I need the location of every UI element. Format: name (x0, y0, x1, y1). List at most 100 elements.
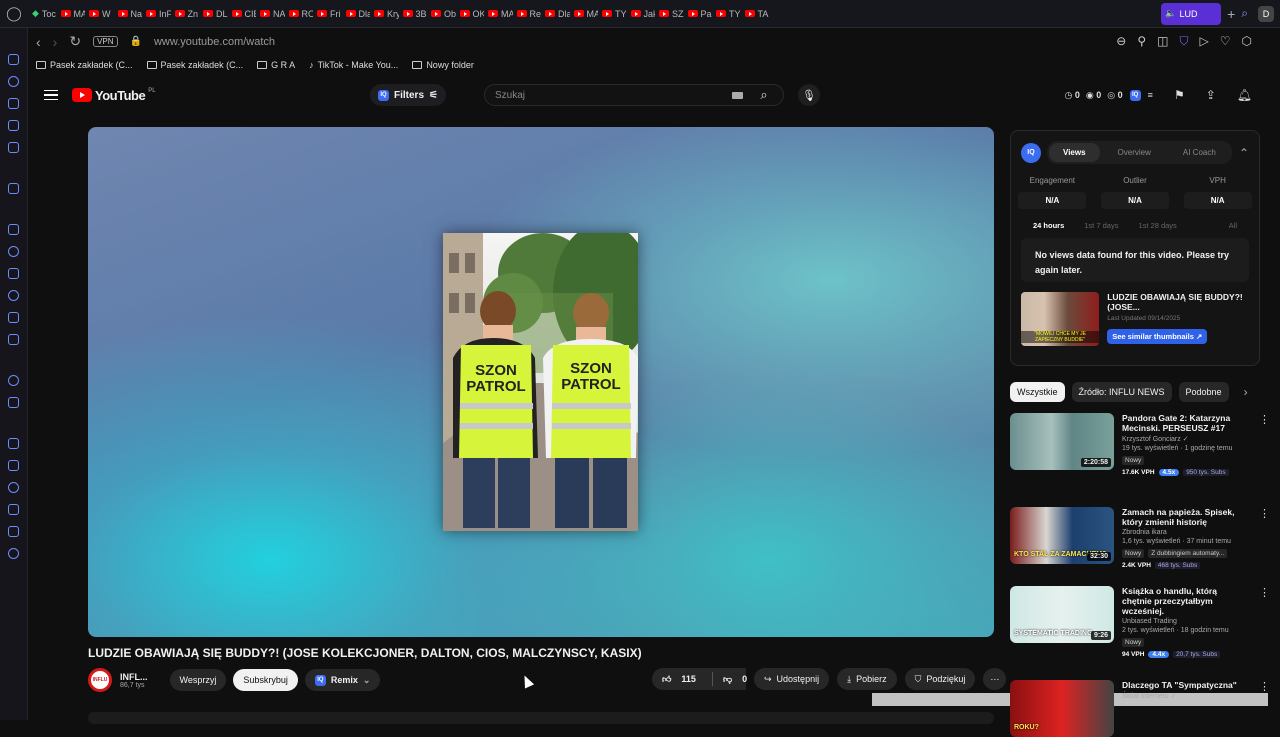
tab-13[interactable]: 3BI (399, 3, 427, 25)
tab-12[interactable]: Kry (370, 3, 399, 25)
tab-8[interactable]: NA (256, 3, 285, 25)
tab-17[interactable]: Re (513, 3, 541, 25)
forward-icon[interactable]: › (53, 34, 58, 50)
recommendation-item[interactable]: SYSTEMATIC TRADING 9:26 Książka o handlu, … (1010, 586, 1270, 658)
chip-source[interactable]: Źródło: INFLU NEWS (1071, 382, 1172, 402)
play-icon[interactable]: ▷ (1200, 34, 1209, 49)
bookmark-item[interactable]: Pasek zakładek (C... (36, 60, 133, 70)
opera-logo-icon[interactable]: ◯ (0, 0, 28, 28)
collapse-icon[interactable]: ⌃ (1239, 146, 1249, 160)
new-tab-button[interactable]: + (1221, 6, 1241, 22)
heart-icon[interactable] (8, 438, 19, 449)
bookmarks-icon[interactable] (8, 120, 19, 131)
recommendation-channel[interactable]: Krzysztof Gonciarz ✓ (1122, 435, 1248, 443)
flow-icon[interactable] (8, 526, 19, 537)
tab-14[interactable]: Ob (427, 3, 456, 25)
search-input[interactable]: Szukaj (495, 90, 525, 101)
aria-icon[interactable] (8, 98, 19, 109)
extensions-menu-icon[interactable]: ⬡ (1242, 34, 1252, 49)
music-icon[interactable] (8, 375, 19, 386)
vpn-badge[interactable]: VPN (93, 36, 118, 47)
vidiq-video-thumbnail[interactable]: "MOWILI CHCE MY JE ZAPIECZNY BUDDIE" (1021, 292, 1100, 346)
range-all[interactable]: All (1229, 221, 1237, 230)
share-button[interactable]: ↪ Udostępnij (754, 668, 830, 690)
remix-button[interactable]: IQ Remix ⌄ (304, 669, 381, 691)
wallet-icon[interactable] (8, 142, 19, 153)
support-button[interactable]: Wesprzyj (169, 669, 227, 691)
bookmark-item[interactable]: ♪ TikTok - Make You... (309, 60, 398, 70)
twitch-icon[interactable] (8, 224, 19, 235)
workspace-icon[interactable] (8, 54, 19, 65)
tab-3[interactable]: Na (114, 3, 142, 25)
more-options-icon[interactable]: ⋮ (1259, 413, 1270, 476)
tab-19[interactable]: MA (570, 3, 598, 25)
tab-7[interactable]: CIE (228, 3, 256, 25)
tab-10[interactable]: Fri (313, 3, 342, 25)
shield-icon[interactable]: ⛉ (1180, 34, 1189, 49)
ribbon-icon[interactable]: ⚑ (1174, 88, 1185, 102)
like-button[interactable]: 👍︎ 115 👎︎ 0 (652, 668, 747, 690)
more-options-icon[interactable]: ⋮ (1259, 586, 1270, 658)
camera-icon[interactable]: ◫ (1157, 34, 1168, 49)
recommendation-thumbnail[interactable]: SYSTEMATIC TRADING 9:26 (1010, 586, 1114, 643)
tab-11[interactable]: Dla (342, 3, 370, 25)
channel-name[interactable]: INFL... (120, 672, 148, 682)
upload-icon[interactable]: ⇪ (1206, 88, 1216, 102)
recommendation-channel[interactable]: Zbrodnia ikara (1122, 529, 1248, 536)
tab-5[interactable]: Zn (171, 3, 200, 25)
more-options-icon[interactable]: ⋮ (1259, 507, 1270, 569)
vidiq-tab-ai-coach[interactable]: AI Coach (1169, 143, 1230, 162)
microphone-icon[interactable]: 🎙 (798, 84, 820, 106)
more-options-icon[interactable]: ⋮ (1259, 680, 1270, 737)
recommendation-channel[interactable]: Unbiased Trading (1122, 618, 1248, 625)
chevron-right-icon[interactable]: › (1244, 385, 1248, 399)
bookmark-item[interactable]: Nowy folder (412, 60, 474, 70)
favorite-icon[interactable]: ♡ (1220, 34, 1231, 49)
discord-icon[interactable] (8, 334, 19, 345)
vidiq-tab-views[interactable]: Views (1049, 143, 1100, 162)
tab-23[interactable]: Pa (684, 3, 713, 25)
pinboard-icon[interactable] (8, 460, 19, 471)
see-similar-thumbnails-button[interactable]: See similar thumbnails ↗ (1107, 329, 1208, 344)
list-icon[interactable]: ≡ (1148, 90, 1153, 100)
back-icon[interactable]: ‹ (36, 34, 41, 50)
extensions-icon[interactable] (8, 504, 19, 515)
video-player[interactable]: SZON PATROL SZON PATROL (88, 127, 994, 637)
tab-6[interactable]: DL (199, 3, 228, 25)
bookmark-item[interactable]: G R A (257, 60, 295, 70)
recommendation-item[interactable]: ROKU? Dlaczego TA "Sympatyczna" Świat Inte… (1010, 680, 1270, 737)
tab-25[interactable]: TA (741, 3, 770, 25)
filters-button[interactable]: IQ Filters ⚟ (370, 84, 446, 106)
thumbs-down-icon[interactable]: 👎︎ (723, 674, 732, 685)
telegram-icon[interactable] (8, 268, 19, 279)
subscribe-button[interactable]: Subskrybuj (233, 669, 298, 691)
description-box[interactable] (88, 712, 994, 724)
instagram-icon[interactable] (8, 290, 19, 301)
tab-22[interactable]: SZ (655, 3, 684, 25)
recommendation-channel[interactable]: Świat Internetu ✓ (1122, 692, 1248, 700)
messenger-icon[interactable] (8, 246, 19, 257)
range-7d[interactable]: 1st 7 days (1084, 221, 1118, 230)
keyboard-icon[interactable] (732, 91, 743, 99)
tab-4[interactable]: InF (142, 3, 171, 25)
clock-icon[interactable] (8, 482, 19, 493)
more-actions-icon[interactable]: ⋯ (983, 668, 1007, 690)
tab-24[interactable]: TY (712, 3, 741, 25)
history-icon[interactable] (8, 76, 19, 87)
tab-0[interactable]: ◆ Toc (28, 3, 57, 25)
tab-21[interactable]: Jak (627, 3, 655, 25)
channel-info[interactable]: INFL... 86,7 tys (120, 672, 148, 689)
recommendation-thumbnail[interactable]: 2:20:58 (1010, 413, 1114, 470)
tab-20[interactable]: TY (598, 3, 627, 25)
chip-all[interactable]: Wszystkie (1010, 382, 1065, 402)
thanks-button[interactable]: ⛉ Podziękuj (904, 668, 976, 690)
tab-active[interactable]: 🔈 LUD (1161, 2, 1222, 25)
notifications-bell-icon[interactable]: 🔔︎ (1237, 88, 1252, 102)
vidiq-tab-overview[interactable]: Overview (1104, 143, 1165, 162)
url-field[interactable]: www.youtube.com/watch (154, 36, 275, 48)
range-24h[interactable]: 24 hours (1033, 221, 1064, 230)
bookmark-item[interactable]: Pasek zakładek (C... (146, 60, 243, 70)
recommendation-item[interactable]: 2:20:58 Pandora Gate 2: Katarzyna Mecinsk… (1010, 413, 1270, 476)
tab-1[interactable]: MA (57, 3, 85, 25)
tab-2[interactable]: W (85, 3, 114, 25)
